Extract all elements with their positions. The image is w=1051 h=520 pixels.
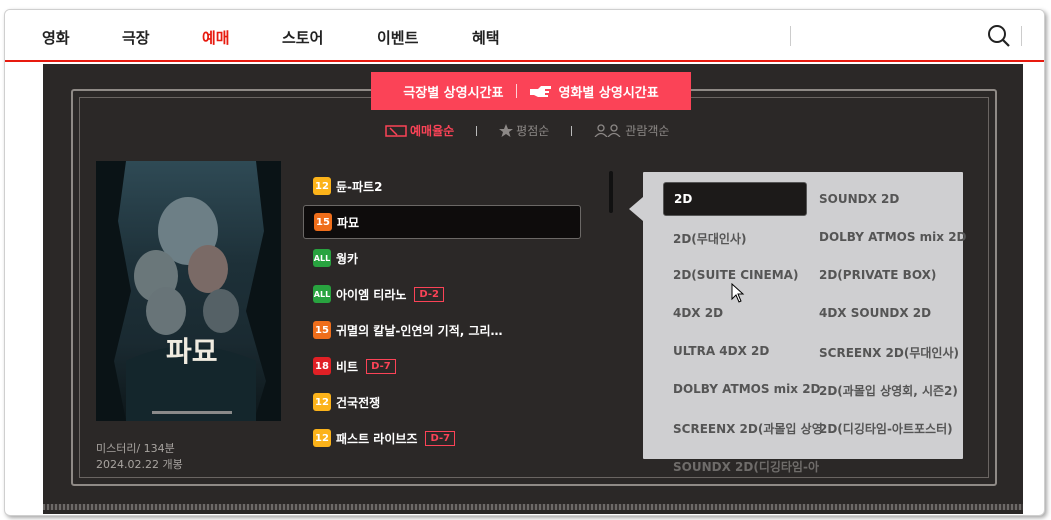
nav-divider-right bbox=[1021, 26, 1022, 46]
dday-badge: D-2 bbox=[414, 286, 445, 302]
list-item[interactable]: 12 건국전쟁 bbox=[303, 384, 583, 420]
sort-audience[interactable]: 관람객순 bbox=[594, 122, 669, 139]
age-rating-badge: 15 bbox=[313, 321, 331, 339]
age-rating-badge: 18 bbox=[313, 357, 331, 375]
movie-title: 귀멸의 칼날-인연의 기적, 그리… bbox=[336, 323, 503, 338]
age-rating-badge: 12 bbox=[313, 177, 331, 195]
showtimes-stage: 극장별 상영시간표 영화별 상영시간표 예매율순 평점순 관람객순 파묘 미스터… bbox=[43, 64, 1023, 514]
search-icon[interactable] bbox=[987, 24, 1011, 48]
list-item[interactable]: ALL 아이엠 티라노 D-2 bbox=[303, 276, 583, 312]
sort-bar: 예매율순 평점순 관람객순 bbox=[385, 122, 669, 139]
movie-title: 듄-파트2 bbox=[336, 179, 383, 194]
movie-title: 아이엠 티라노 bbox=[336, 287, 407, 302]
list-item[interactable]: 18 비트 D-7 bbox=[303, 348, 583, 384]
format-option-selected[interactable]: 2D bbox=[663, 182, 807, 216]
format-option[interactable]: 2D(SUITE CINEMA) bbox=[673, 268, 798, 282]
format-option-overflow[interactable]: SOUNDX 2D(디깅타임-아 bbox=[673, 458, 819, 475]
format-option[interactable]: 2D(PRIVATE BOX) bbox=[819, 268, 936, 282]
star-icon bbox=[499, 124, 514, 137]
nav-benefit[interactable]: 혜택 bbox=[472, 27, 500, 48]
format-dropdown: 2D 2D(무대인사) 2D(SUITE CINEMA) 4DX 2D ULTR… bbox=[643, 172, 967, 459]
sort-booking-rate[interactable]: 예매율순 bbox=[385, 122, 454, 139]
nav-event[interactable]: 이벤트 bbox=[377, 27, 418, 48]
movie-title: 파묘 bbox=[337, 215, 360, 230]
list-item[interactable]: 15 귀멸의 칼날-인연의 기적, 그리… bbox=[303, 312, 583, 348]
dday-badge: D-7 bbox=[366, 358, 396, 374]
nav-divider bbox=[790, 26, 791, 46]
movie-release-date: 2024.02.22 개봉 bbox=[96, 458, 183, 471]
format-option[interactable]: 2D(무대인사) bbox=[673, 230, 746, 247]
format-option[interactable]: SOUNDX 2D bbox=[819, 192, 899, 206]
sort-rating-label: 평점순 bbox=[516, 124, 550, 138]
tab-by-movie[interactable]: 영화별 상영시간표 bbox=[517, 82, 671, 101]
format-option[interactable]: SCREENX 2D(무대인사) bbox=[819, 344, 959, 361]
sort-divider bbox=[476, 125, 478, 136]
movie-list: 12 듄-파트2 15 파묘 ALL 웡카 ALL 아이엠 티라노 D-2 15… bbox=[303, 168, 583, 456]
list-item[interactable]: ALL 웡카 bbox=[303, 240, 583, 276]
global-nav: 영화 극장 예매 스토어 이벤트 혜택 bbox=[5, 10, 1044, 62]
nav-store[interactable]: 스토어 bbox=[282, 27, 323, 48]
format-option[interactable]: 4DX SOUNDX 2D bbox=[819, 306, 931, 320]
age-rating-badge: ALL bbox=[313, 285, 331, 303]
sort-divider bbox=[571, 125, 573, 136]
browser-frame: 영화 극장 예매 스토어 이벤트 혜택 극장별 상영시간표 영화별 상영시간표 bbox=[4, 9, 1045, 516]
movie-poster[interactable]: 파묘 bbox=[96, 161, 281, 421]
format-option[interactable]: 2D(과몰입 상영회, 시즌2) bbox=[819, 382, 958, 399]
poster-tagline-bar bbox=[152, 411, 232, 414]
movie-title: 패스트 라이브즈 bbox=[336, 431, 418, 446]
poster-artwork bbox=[96, 161, 281, 421]
poster-title: 파묘 bbox=[166, 335, 218, 368]
movie-title: 웡카 bbox=[336, 251, 359, 266]
age-rating-badge: ALL bbox=[313, 249, 331, 267]
format-option[interactable]: 2D(디깅타임-아트포스터) bbox=[819, 420, 953, 437]
movie-title: 건국전쟁 bbox=[336, 395, 381, 410]
pointing-hand-icon bbox=[529, 86, 551, 97]
mouse-cursor-icon bbox=[731, 283, 745, 303]
sort-rating[interactable]: 평점순 bbox=[499, 122, 549, 139]
list-item[interactable]: 12 패스트 라이브즈 D-7 bbox=[303, 420, 583, 456]
nav-movie[interactable]: 영화 bbox=[42, 27, 70, 48]
format-option[interactable]: 4DX 2D bbox=[673, 306, 723, 320]
list-item-selected[interactable]: 15 파묘 bbox=[303, 205, 581, 239]
format-option[interactable]: DOLBY ATMOS mix 2D bbox=[673, 382, 821, 396]
movie-meta: 미스터리/ 134분 2024.02.22 개봉 bbox=[96, 441, 183, 473]
ticket-icon bbox=[385, 124, 407, 137]
people-icon bbox=[594, 124, 621, 137]
tab-by-movie-label: 영화별 상영시간표 bbox=[558, 85, 659, 101]
sort-booking-label: 예매율순 bbox=[410, 124, 455, 138]
dropdown-pointer bbox=[629, 197, 643, 221]
list-item[interactable]: 12 듄-파트2 bbox=[303, 168, 583, 204]
nav-theater[interactable]: 극장 bbox=[122, 27, 150, 48]
schedule-tab-bar: 극장별 상영시간표 영화별 상영시간표 bbox=[371, 72, 691, 110]
age-rating-badge: 15 bbox=[314, 213, 332, 231]
stage-bottom-edge bbox=[43, 504, 1023, 510]
format-option[interactable]: SCREENX 2D(과몰입 상영 bbox=[673, 420, 823, 437]
movie-genre-runtime: 미스터리/ 134분 bbox=[96, 442, 175, 455]
dday-badge: D-7 bbox=[425, 430, 456, 446]
age-rating-badge: 12 bbox=[313, 393, 331, 411]
age-rating-badge: 12 bbox=[313, 429, 331, 447]
nav-ticketing[interactable]: 예매 bbox=[202, 27, 230, 48]
movie-title: 비트 bbox=[336, 359, 359, 374]
sort-audience-label: 관람객순 bbox=[625, 124, 670, 138]
format-option[interactable]: ULTRA 4DX 2D bbox=[673, 344, 769, 358]
tab-by-theater[interactable]: 극장별 상영시간표 bbox=[391, 82, 515, 101]
movie-list-scrollbar[interactable] bbox=[609, 171, 613, 213]
format-option[interactable]: DOLBY ATMOS mix 2D bbox=[819, 230, 967, 244]
